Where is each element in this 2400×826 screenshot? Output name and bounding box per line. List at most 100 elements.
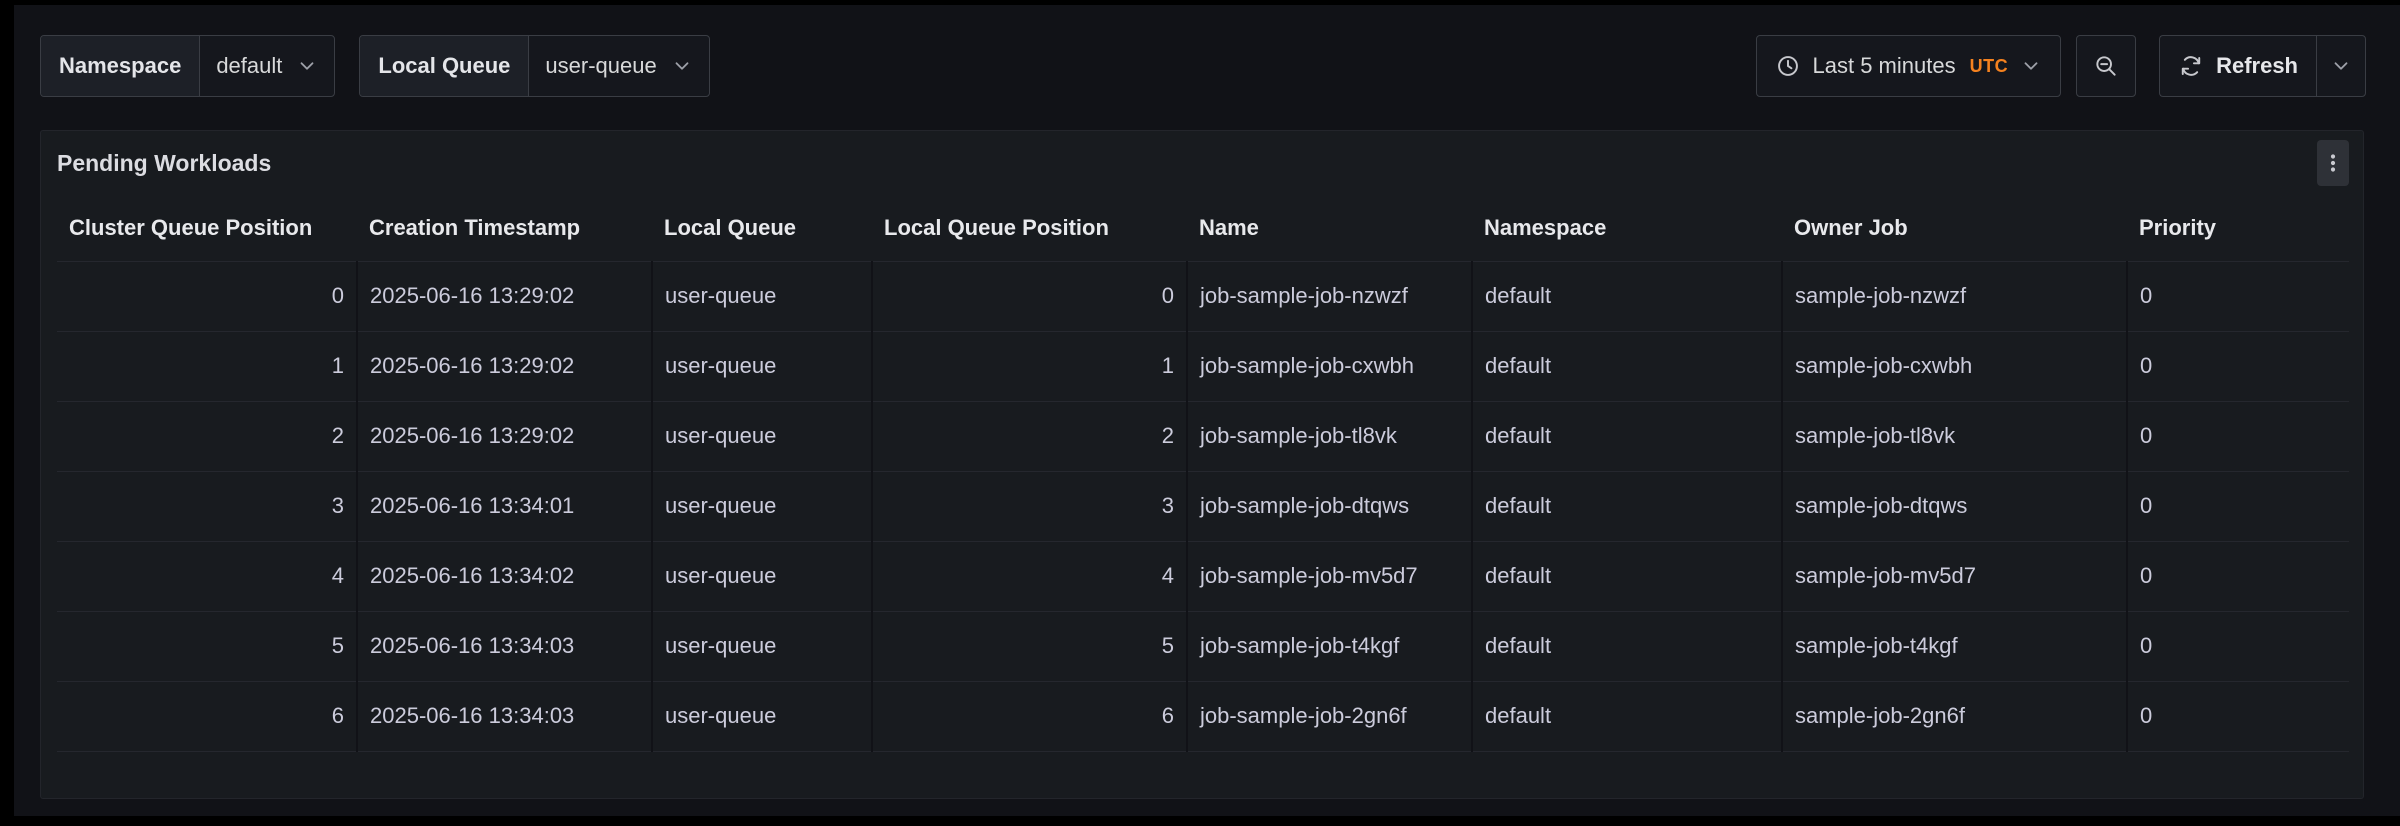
table-cell-cluster-queue-position: 0 xyxy=(57,261,357,331)
table-row: 62025-06-16 13:34:03user-queue6job-sampl… xyxy=(57,681,2349,751)
table-row: 02025-06-16 13:29:02user-queue0job-sampl… xyxy=(57,261,2349,331)
table-cell-namespace: default xyxy=(1472,611,1782,681)
table-cell-namespace: default xyxy=(1472,471,1782,541)
table-cell-local-queue-position: 0 xyxy=(872,261,1187,331)
table-row: 42025-06-16 13:34:02user-queue4job-sampl… xyxy=(57,541,2349,611)
table-cell-priority: 0 xyxy=(2127,541,2349,611)
variable-picker-local-queue: Local Queue user-queue xyxy=(359,35,709,97)
panel-menu-button[interactable] xyxy=(2317,140,2349,186)
table-cell-priority: 0 xyxy=(2127,401,2349,471)
table-cell-namespace: default xyxy=(1472,331,1782,401)
table-cell-creation-timestamp: 2025-06-16 13:34:02 xyxy=(357,541,652,611)
table-cell-local-queue-position: 2 xyxy=(872,401,1187,471)
table-cell-name: job-sample-job-dtqws xyxy=(1187,471,1472,541)
table-cell-cluster-queue-position: 2 xyxy=(57,401,357,471)
variable-selected-local-queue: user-queue xyxy=(545,53,656,79)
table-row: 32025-06-16 13:34:01user-queue3job-sampl… xyxy=(57,471,2349,541)
table-cell-local-queue: user-queue xyxy=(652,401,872,471)
variable-picker-namespace: Namespace default xyxy=(40,35,335,97)
table-cell-owner-job: sample-job-cxwbh xyxy=(1782,331,2127,401)
table-cell-priority: 0 xyxy=(2127,681,2349,751)
table-cell-cluster-queue-position: 4 xyxy=(57,541,357,611)
pending-workloads-panel: Pending Workloads Cluster Queue Position… xyxy=(40,130,2364,799)
variable-selected-namespace: default xyxy=(216,53,282,79)
table-cell-creation-timestamp: 2025-06-16 13:29:02 xyxy=(357,401,652,471)
table-cell-creation-timestamp: 2025-06-16 13:34:01 xyxy=(357,471,652,541)
time-range-label: Last 5 minutes xyxy=(1813,53,1956,79)
table-cell-owner-job: sample-job-t4kgf xyxy=(1782,611,2127,681)
refresh-button[interactable]: Refresh xyxy=(2159,35,2316,97)
refresh-picker: Refresh xyxy=(2159,35,2366,97)
table-cell-local-queue: user-queue xyxy=(652,261,872,331)
table-cell-local-queue: user-queue xyxy=(652,471,872,541)
column-header-creation-timestamp[interactable]: Creation Timestamp xyxy=(357,195,652,261)
zoom-out-icon xyxy=(2093,53,2119,79)
table-header-row: Cluster Queue Position Creation Timestam… xyxy=(57,195,2349,261)
workloads-table: Cluster Queue Position Creation Timestam… xyxy=(57,195,2349,752)
kebab-menu-icon xyxy=(2321,151,2345,175)
refresh-label: Refresh xyxy=(2216,53,2298,79)
column-header-local-queue[interactable]: Local Queue xyxy=(652,195,872,261)
table-cell-owner-job: sample-job-2gn6f xyxy=(1782,681,2127,751)
table-body: 02025-06-16 13:29:02user-queue0job-sampl… xyxy=(57,261,2349,751)
table-cell-local-queue-position: 1 xyxy=(872,331,1187,401)
dashboard-canvas: Namespace default Local Queue user-queue… xyxy=(14,5,2400,816)
column-header-name[interactable]: Name xyxy=(1187,195,1472,261)
table-row: 22025-06-16 13:29:02user-queue2job-sampl… xyxy=(57,401,2349,471)
table-cell-local-queue: user-queue xyxy=(652,611,872,681)
clock-icon xyxy=(1775,53,1801,79)
dashboard-toolbar: Namespace default Local Queue user-queue… xyxy=(40,35,2366,97)
table-cell-creation-timestamp: 2025-06-16 13:29:02 xyxy=(357,331,652,401)
table-cell-priority: 0 xyxy=(2127,471,2349,541)
table-cell-name: job-sample-job-2gn6f xyxy=(1187,681,1472,751)
table-cell-namespace: default xyxy=(1472,261,1782,331)
refresh-interval-dropdown[interactable] xyxy=(2316,35,2366,97)
table-cell-owner-job: sample-job-tl8vk xyxy=(1782,401,2127,471)
table-cell-cluster-queue-position: 1 xyxy=(57,331,357,401)
table-cell-local-queue: user-queue xyxy=(652,331,872,401)
timezone-label: UTC xyxy=(1970,56,2009,77)
table-cell-name: job-sample-job-nzwzf xyxy=(1187,261,1472,331)
column-header-namespace[interactable]: Namespace xyxy=(1472,195,1782,261)
chevron-down-icon xyxy=(296,55,318,77)
table-cell-creation-timestamp: 2025-06-16 13:34:03 xyxy=(357,611,652,681)
workloads-table-container: Cluster Queue Position Creation Timestam… xyxy=(41,195,2363,752)
table-cell-priority: 0 xyxy=(2127,261,2349,331)
table-cell-name: job-sample-job-cxwbh xyxy=(1187,331,1472,401)
variable-value-local-queue[interactable]: user-queue xyxy=(529,36,708,96)
variable-label-local-queue: Local Queue xyxy=(360,36,529,96)
table-cell-name: job-sample-job-t4kgf xyxy=(1187,611,1472,681)
table-cell-name: job-sample-job-mv5d7 xyxy=(1187,541,1472,611)
column-header-cluster-queue-position[interactable]: Cluster Queue Position xyxy=(57,195,357,261)
table-cell-cluster-queue-position: 6 xyxy=(57,681,357,751)
table-cell-owner-job: sample-job-dtqws xyxy=(1782,471,2127,541)
table-row: 52025-06-16 13:34:03user-queue5job-sampl… xyxy=(57,611,2349,681)
column-header-local-queue-position[interactable]: Local Queue Position xyxy=(872,195,1187,261)
table-cell-local-queue-position: 5 xyxy=(872,611,1187,681)
table-cell-owner-job: sample-job-nzwzf xyxy=(1782,261,2127,331)
column-header-owner-job[interactable]: Owner Job xyxy=(1782,195,2127,261)
table-cell-priority: 0 xyxy=(2127,331,2349,401)
chevron-down-icon xyxy=(671,55,693,77)
table-cell-local-queue: user-queue xyxy=(652,541,872,611)
column-header-priority[interactable]: Priority xyxy=(2127,195,2349,261)
chevron-down-icon xyxy=(2020,55,2042,77)
table-cell-local-queue-position: 3 xyxy=(872,471,1187,541)
zoom-out-time-button[interactable] xyxy=(2076,35,2136,97)
table-cell-namespace: default xyxy=(1472,541,1782,611)
table-cell-owner-job: sample-job-mv5d7 xyxy=(1782,541,2127,611)
table-cell-creation-timestamp: 2025-06-16 13:34:03 xyxy=(357,681,652,751)
table-cell-cluster-queue-position: 3 xyxy=(57,471,357,541)
table-cell-namespace: default xyxy=(1472,681,1782,751)
table-cell-namespace: default xyxy=(1472,401,1782,471)
variable-label-namespace: Namespace xyxy=(41,36,200,96)
toolbar-right-controls: Last 5 minutes UTC Refresh xyxy=(1756,35,2367,97)
table-cell-local-queue: user-queue xyxy=(652,681,872,751)
panel-title: Pending Workloads xyxy=(57,150,271,177)
table-cell-local-queue-position: 6 xyxy=(872,681,1187,751)
table-cell-priority: 0 xyxy=(2127,611,2349,681)
table-cell-name: job-sample-job-tl8vk xyxy=(1187,401,1472,471)
time-range-picker-button[interactable]: Last 5 minutes UTC xyxy=(1756,35,2062,97)
table-row: 12025-06-16 13:29:02user-queue1job-sampl… xyxy=(57,331,2349,401)
variable-value-namespace[interactable]: default xyxy=(200,36,334,96)
